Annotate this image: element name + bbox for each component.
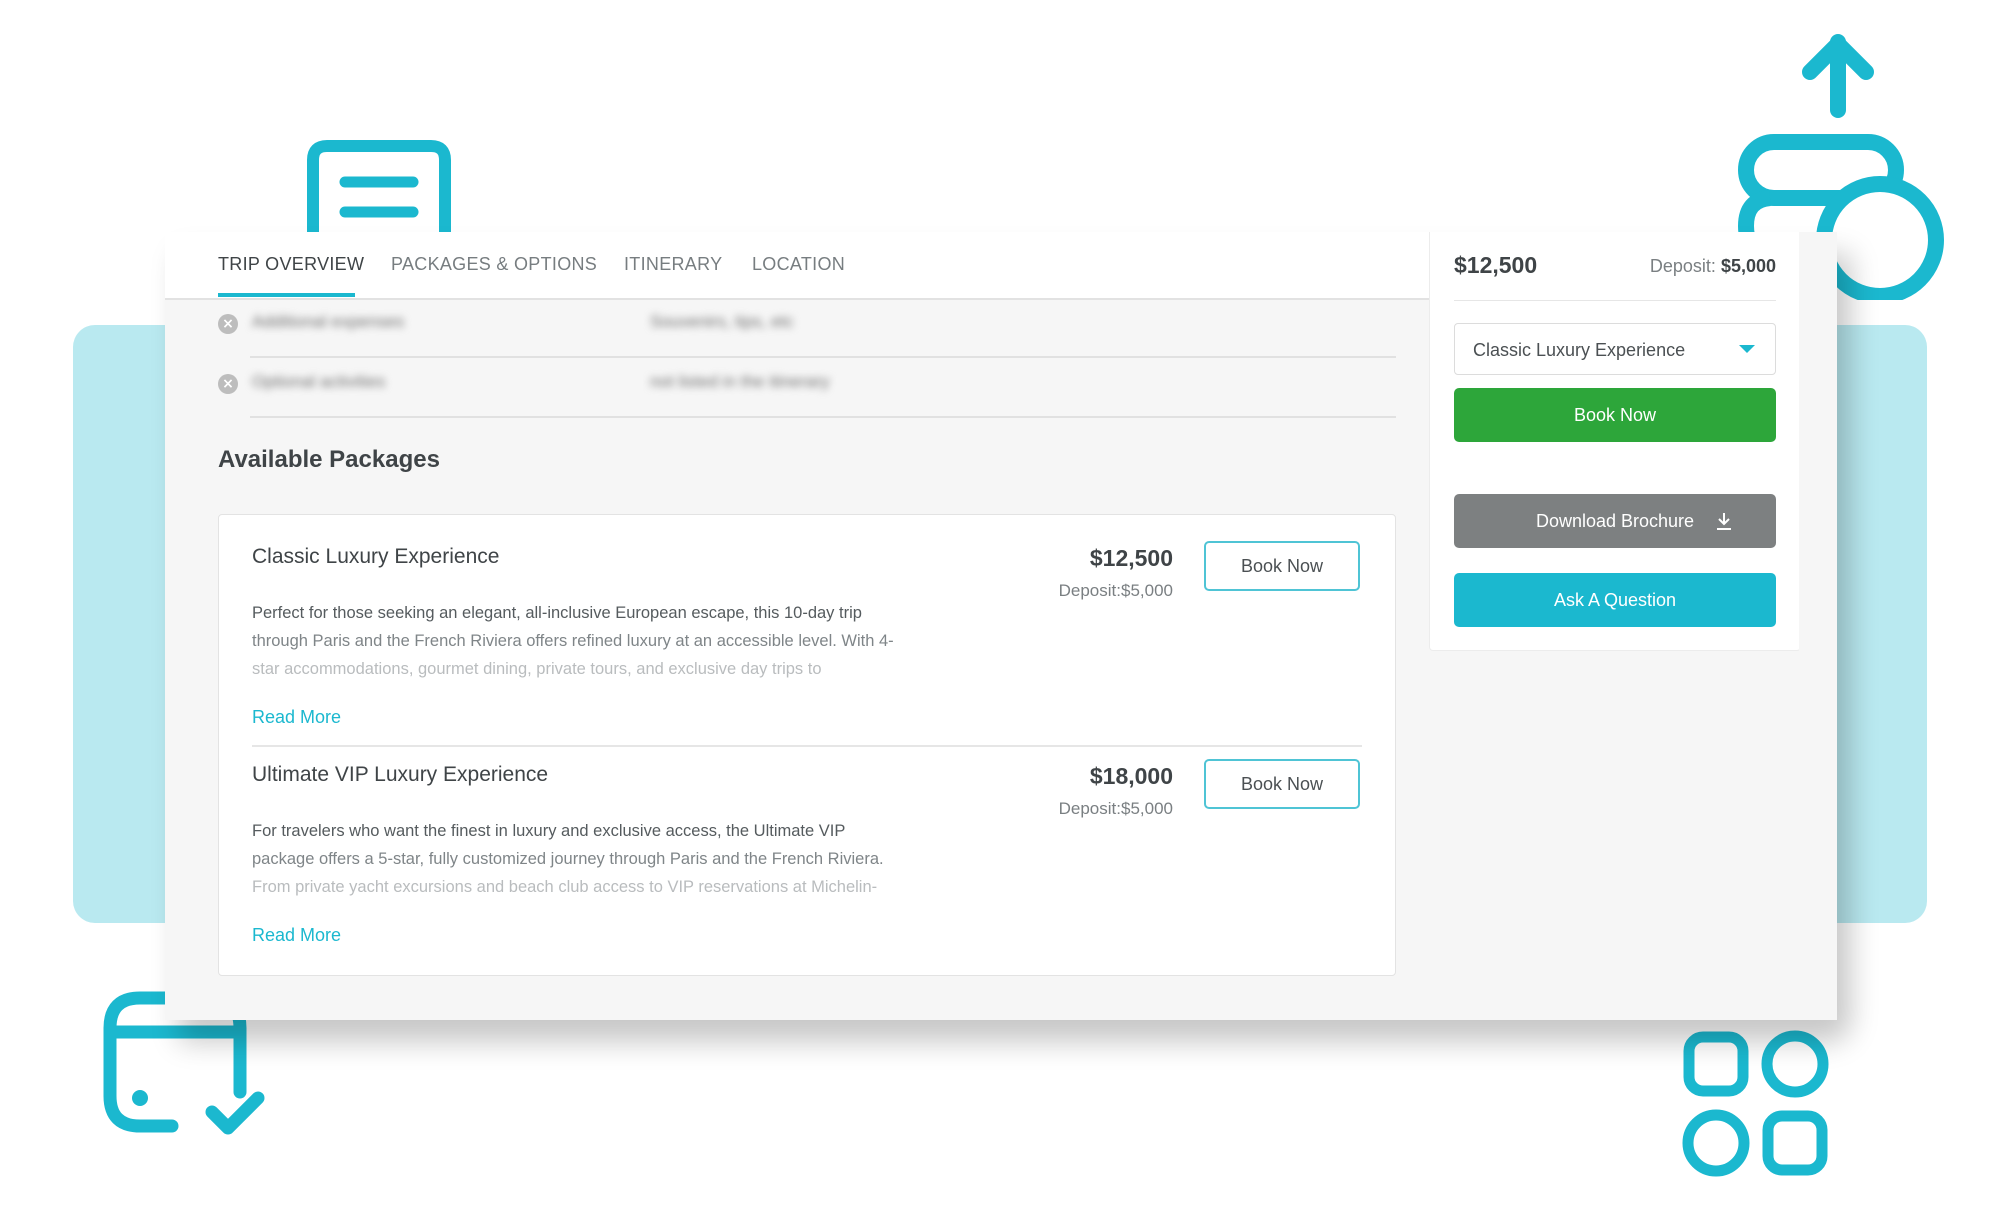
exclusion-value: not listed in the itinerary [650,372,830,391]
package-name: Classic Luxury Experience [252,545,500,568]
package-description: For travelers who want the finest in lux… [252,817,992,901]
caret-down-icon [1739,345,1755,353]
package-deposit: Deposit:$5,000 [1058,799,1173,818]
description-line: through Paris and the French Riviera off… [252,632,894,650]
exclusion-row: × Additional expenses Souvenirs, tips, e… [218,300,1396,358]
book-now-button[interactable]: Book Now [1204,759,1360,809]
deposit-value: $5,000 [1720,256,1776,276]
row-divider [250,356,1396,358]
read-more-link[interactable]: Read More [252,925,341,946]
description-line: package offers a 5-star, fully customize… [252,850,884,868]
document-icon [307,140,451,238]
selected-package: Classic Luxury Experience [1473,340,1686,360]
x-circle-icon: × [218,314,238,334]
booking-sidebar: $12,500 Deposit: $5,000 Classic Luxury E… [1429,232,1801,651]
description-line: star accommodations, gourmet dining, pri… [252,660,822,678]
main-content: TRIP OVERVIEW PACKAGES & OPTIONS ITINERA… [165,232,1429,1020]
package-name: Ultimate VIP Luxury Experience [252,763,549,786]
download-brochure-label: Download Brochure [1535,511,1695,531]
package-description: Perfect for those seeking an elegant, al… [252,599,992,683]
card-edge [1799,232,1837,1020]
tab-itinerary[interactable]: ITINERARY [624,254,722,275]
package-deposit: Deposit:$5,000 [1058,581,1173,600]
package-select[interactable]: Classic Luxury Experience [1454,323,1776,375]
sidebar-price: $12,500 [1454,252,1538,278]
sidebar-divider [1454,300,1776,301]
row-divider [250,416,1396,418]
exclusion-row: × Optional activities not listed in the … [218,360,1396,418]
ask-question-button[interactable]: Ask A Question [1454,573,1776,627]
package-price: $12,500 [1089,545,1173,571]
sidebar-book-now-button[interactable]: Book Now [1454,388,1776,442]
download-icon [1717,513,1731,530]
tab-location[interactable]: LOCATION [752,254,845,275]
tab-trip-overview[interactable]: TRIP OVERVIEW [218,254,364,275]
package-price: $18,000 [1089,763,1173,789]
x-circle-icon: × [218,374,238,394]
trip-detail-card: TRIP OVERVIEW PACKAGES & OPTIONS ITINERA… [165,232,1837,1020]
description-line: For travelers who want the finest in lux… [252,822,846,840]
download-brochure-button[interactable]: Download Brochure [1454,494,1776,548]
tab-packages-options[interactable]: PACKAGES & OPTIONS [391,254,597,275]
available-packages-title: Available Packages [218,446,440,473]
description-line: Perfect for those seeking an elegant, al… [252,604,862,622]
exclusion-label: Optional activities [252,372,386,391]
tab-bar: TRIP OVERVIEW PACKAGES & OPTIONS ITINERA… [165,232,1429,300]
active-tab-indicator [218,293,355,297]
sidebar-deposit: Deposit: $5,000 [1650,256,1776,277]
read-more-link[interactable]: Read More [252,707,341,728]
description-line: From private yacht excursions and beach … [252,878,878,896]
package-item: Ultimate VIP Luxury Experience For trave… [219,733,1395,951]
exclusion-value: Souvenirs, tips, etc [650,312,794,331]
exclusion-label: Additional expenses [252,312,405,331]
package-item: Classic Luxury Experience Perfect for th… [219,515,1395,747]
book-now-button[interactable]: Book Now [1204,541,1360,591]
apps-grid-icon [1682,1030,1829,1177]
deposit-label: Deposit: [1649,256,1716,276]
packages-list: Classic Luxury Experience Perfect for th… [218,514,1396,976]
